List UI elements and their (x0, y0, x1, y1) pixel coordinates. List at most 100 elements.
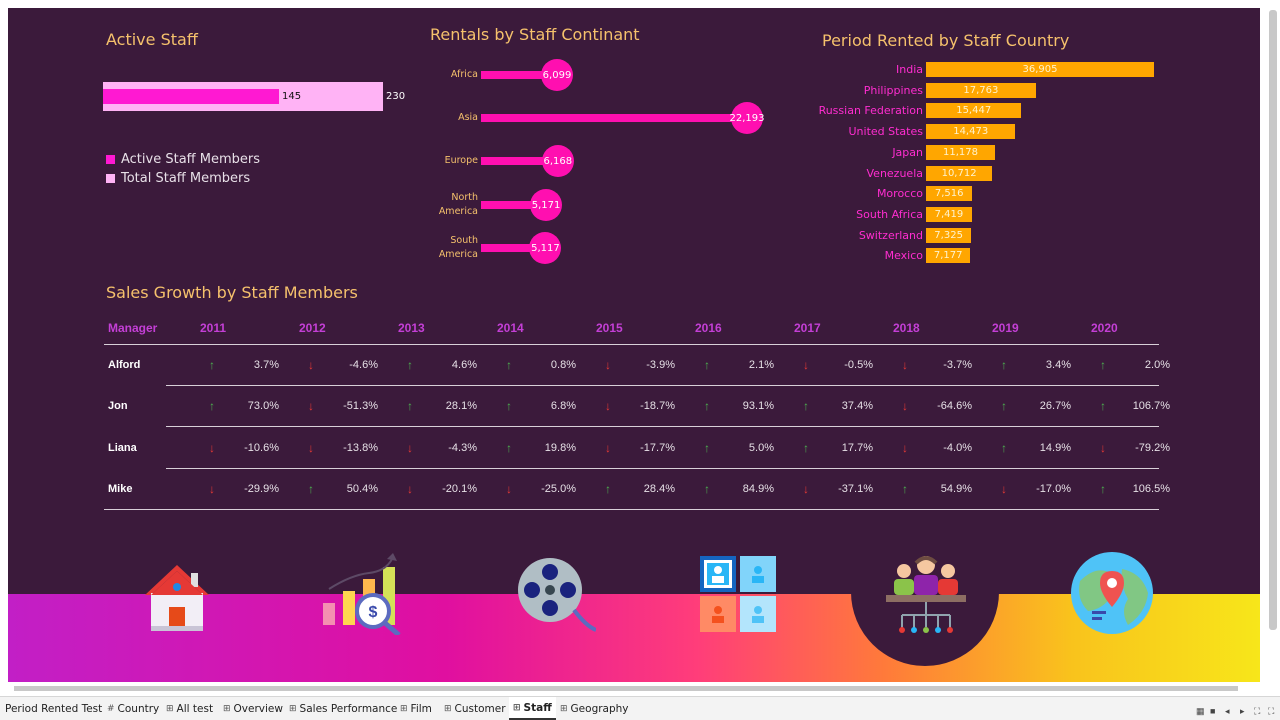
tab-customer[interactable]: ⊞ Customer (444, 697, 506, 720)
arrow-up-icon: ↑ (1100, 358, 1106, 372)
growth-cell: ↑ 93.1% (704, 399, 774, 413)
growth-value: -4.3% (448, 442, 477, 454)
fullscreen-icon[interactable]: ⛶ (1268, 706, 1274, 717)
growth-value: 3.7% (253, 359, 279, 371)
growth-value: -29.9% (244, 483, 279, 495)
country-title: Period Rented by Staff Country (822, 31, 1070, 50)
country-bar: 10,712 (926, 165, 993, 181)
growth-value: 2.1% (748, 359, 774, 371)
film-icon[interactable] (516, 556, 596, 632)
arrow-down-icon: ↓ (308, 399, 314, 413)
growth-cell: ↑ 14.9% (1001, 441, 1071, 455)
tab-period-rented-test[interactable]: Period Rented Test (5, 697, 102, 720)
growth-header-year: 2012 (299, 321, 326, 335)
country-label: India (896, 63, 923, 76)
growth-cell: ↑ 2.1% (704, 358, 774, 372)
customer-icon[interactable] (698, 554, 780, 634)
arrow-up-icon: ↑ (407, 358, 413, 372)
arrow-up-icon: ↑ (209, 399, 215, 413)
tab-film[interactable]: ⊞ Film (400, 697, 432, 720)
sales-performance-icon[interactable]: $ (321, 553, 406, 635)
tab-geography[interactable]: ⊞ Geography (560, 697, 629, 720)
growth-header-year: 2015 (596, 321, 623, 335)
tab-overview[interactable]: ⊞ Overview (223, 697, 283, 720)
growth-cell: ↑ 28.1% (407, 399, 477, 413)
country-label: Philippines (863, 83, 923, 97)
prev-sheet-icon[interactable]: ◂ (1225, 706, 1230, 717)
growth-value: -64.6% (937, 400, 972, 412)
active-staff-value: 145 (282, 91, 302, 102)
growth-cell: ↑ 50.4% (308, 482, 378, 496)
legend-total: Total Staff Members (106, 171, 250, 186)
arrow-down-icon: ↓ (1001, 482, 1007, 496)
home-icon[interactable] (143, 563, 211, 633)
arrow-down-icon: ↓ (506, 482, 512, 496)
growth-value: 93.1% (742, 400, 774, 412)
horizontal-scrollbar[interactable] (14, 686, 1238, 691)
manager-name: Mike (108, 483, 133, 495)
tab-all-test[interactable]: ⊞ All test (166, 697, 213, 720)
country-bar: 7,325 (926, 227, 972, 243)
growth-cell: ↑ 19.8% (506, 441, 576, 455)
growth-value: 0.8% (550, 359, 576, 371)
growth-header-year: 2020 (1091, 321, 1118, 335)
continent-title: Rentals by Staff Continant (430, 25, 640, 44)
tab-label: Staff (523, 701, 552, 714)
manager-name: Liana (108, 442, 137, 454)
growth-cell: ↓ -13.8% (308, 441, 378, 455)
arrow-up-icon: ↑ (1001, 441, 1007, 455)
active-staff-bar (103, 89, 279, 104)
tab-type-icon: ⊞ (400, 703, 408, 714)
fit-view-icon[interactable]: ⛶ (1254, 706, 1260, 717)
growth-cell: ↓ -37.1% (803, 482, 873, 496)
tab-label: Period Rented Test (5, 702, 103, 715)
arrow-up-icon: ↑ (902, 482, 908, 496)
growth-value: 6.8% (550, 400, 576, 412)
growth-value: 5.0% (748, 442, 774, 454)
growth-value: -17.0% (1036, 483, 1071, 495)
arrow-down-icon: ↓ (605, 441, 611, 455)
growth-value: -3.7% (943, 359, 972, 371)
tab-label: Customer (454, 702, 506, 715)
growth-cell: ↓ -4.6% (308, 358, 378, 372)
tab-label: Geography (570, 702, 629, 715)
arrow-up-icon: ↑ (605, 482, 611, 496)
growth-value: -20.1% (442, 483, 477, 495)
arrow-up-icon: ↑ (308, 482, 314, 496)
growth-header-year: 2013 (398, 321, 425, 335)
growth-value: -13.8% (343, 442, 378, 454)
country-label: South Africa (856, 207, 923, 221)
dashboard-window: Active Staff 145 230 Active Staff Member… (0, 0, 1280, 720)
growth-cell: ↓ -10.6% (209, 441, 279, 455)
arrow-down-icon: ↓ (605, 399, 611, 413)
growth-cell: ↓ -4.3% (407, 441, 477, 455)
growth-cell: ↓ -29.9% (209, 482, 279, 496)
continent-label: South America (438, 235, 478, 260)
growth-value: 19.8% (544, 442, 576, 454)
country-bar: 7,419 (926, 206, 972, 222)
growth-value: -18.7% (640, 400, 675, 412)
growth-cell: ↑ 3.4% (1001, 358, 1071, 372)
country-label: Russian Federation (818, 104, 923, 118)
growth-value: 28.1% (445, 400, 477, 412)
growth-cell: ↓ -17.0% (1001, 482, 1071, 496)
growth-cell: ↓ -18.7% (605, 399, 675, 413)
geography-icon[interactable] (1070, 551, 1154, 635)
continent-value: 6,099 (541, 59, 573, 91)
continent-value: 22,193 (730, 102, 765, 134)
next-sheet-icon[interactable]: ▸ (1240, 706, 1245, 717)
tab-sales-performance[interactable]: ⊞ Sales Performance (289, 697, 397, 720)
growth-cell: ↑ 3.7% (209, 358, 279, 372)
growth-header-year: 2011 (200, 321, 227, 335)
growth-header-manager: Manager (108, 321, 158, 335)
filmstrip-view-icon[interactable]: ■ (1210, 706, 1215, 716)
grid-view-icon[interactable]: ▦ (1196, 706, 1205, 717)
staff-icon[interactable] (884, 553, 968, 633)
vertical-scrollbar[interactable] (1269, 10, 1277, 630)
continent-label: Asia (458, 112, 478, 123)
tab-country[interactable]: # Country (107, 697, 159, 720)
tab-staff[interactable]: ⊞ Staff (509, 697, 556, 720)
continent-value: 5,171 (530, 189, 563, 221)
growth-cell: ↓ -0.5% (803, 358, 873, 372)
arrow-up-icon: ↑ (704, 358, 710, 372)
